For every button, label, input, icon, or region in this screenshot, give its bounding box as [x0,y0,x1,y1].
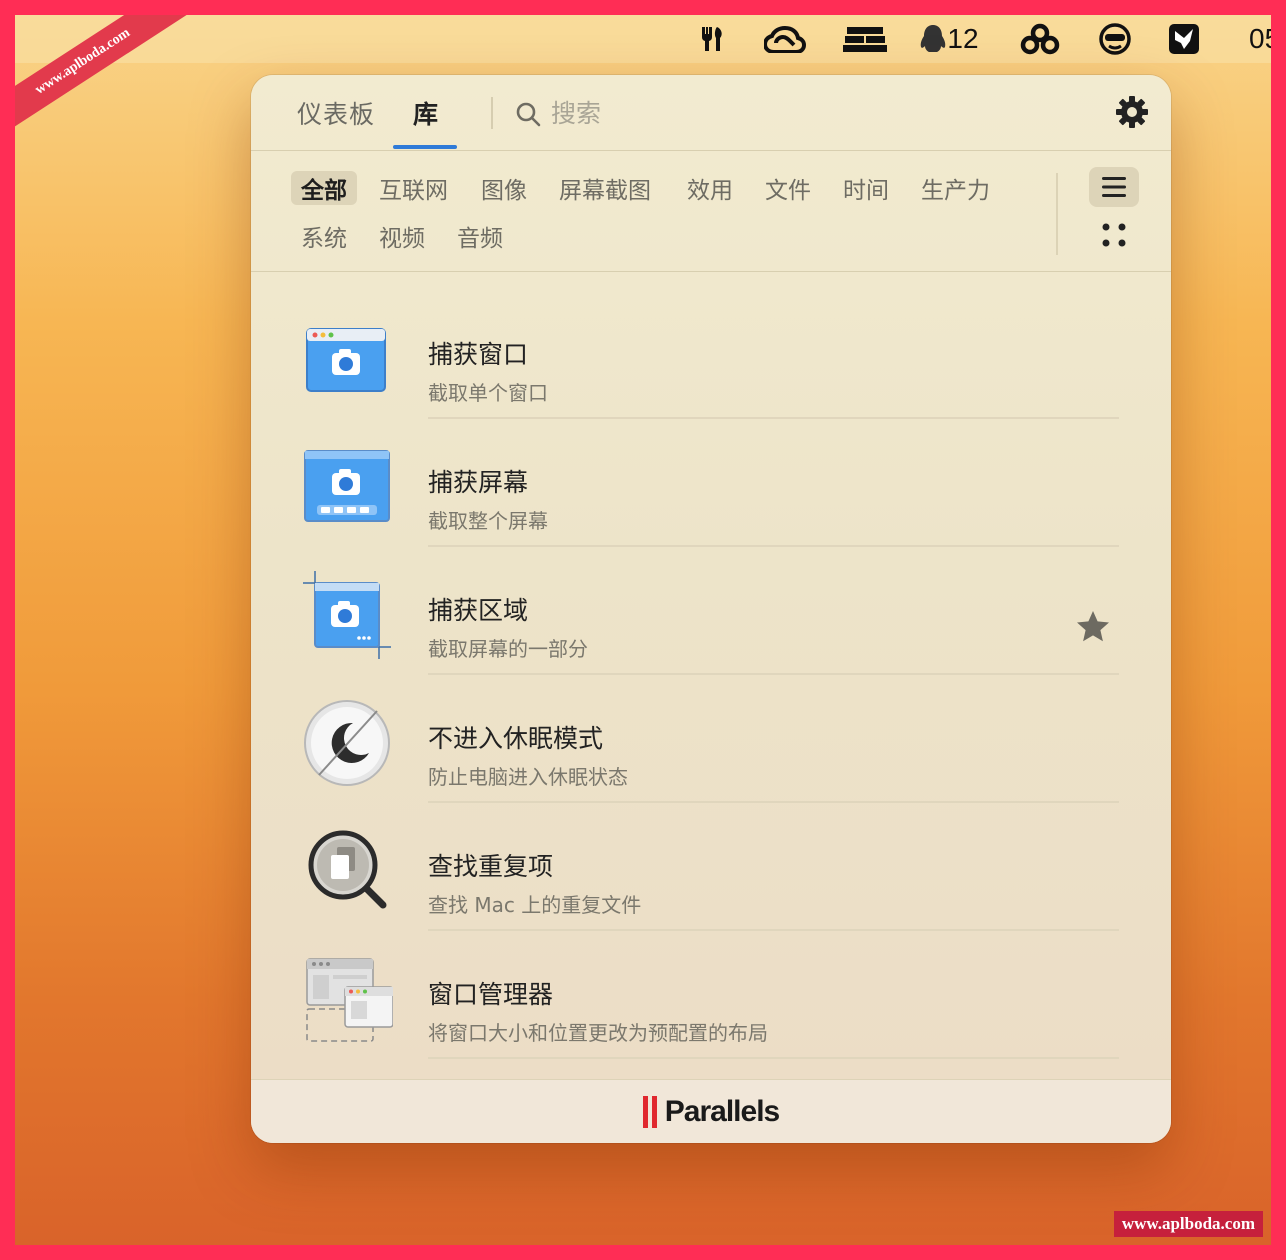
parallels-logo[interactable]: Parallels [642,1094,780,1129]
desktop: 12 05 www.aplboda.com 仪表板 库 [15,15,1271,1245]
list-item-capture-area[interactable]: 捕获区域 截取屏幕的一部分 [251,547,1171,675]
list-item-find-duplicates[interactable]: 查找重复项 查找 Mac 上的重复文件 [251,803,1171,931]
list-item-capture-screen[interactable]: 捕获屏幕 截取整个屏幕 [251,419,1171,547]
category-screenshots[interactable]: 屏幕截图 [549,171,661,205]
category-productivity[interactable]: 生产力 [911,171,1000,205]
tool-description: 查找 Mac 上的重复文件 [428,893,642,917]
setapp-popover: 仪表板 库 全部 [251,75,1171,1143]
clock-text: 05 [1249,23,1271,54]
category-divider [1056,173,1058,255]
qq-badge-count: 12 [947,23,979,54]
category-internet[interactable]: 互联网 [369,171,458,205]
capture-screen-icon [301,441,393,533]
category-audio[interactable]: 音频 [447,219,513,253]
category-all[interactable]: 全部 [291,171,357,205]
category-files[interactable]: 文件 [755,171,821,205]
list-item-capture-window[interactable]: 捕获窗口 截取单个窗口 [251,291,1171,419]
window-manager-icon [301,953,394,1045]
tool-title: 不进入休眠模式 [428,724,604,753]
list-item-no-sleep[interactable]: 不进入休眠模式 防止电脑进入休眠状态 [251,675,1171,803]
brand-name: Parallels [664,1094,780,1128]
tool-description: 截取整个屏幕 [428,509,548,533]
top-bar: 仪表板 库 [251,75,1171,151]
cloud-sync-icon[interactable] [1018,23,1062,55]
tool-title: 捕获窗口 [428,340,529,369]
list-item-window-manager[interactable]: 窗口管理器 将窗口大小和位置更改为预配置的布局 [251,931,1171,1059]
menu-bar: 12 05 [15,15,1271,63]
tools-icon[interactable] [695,23,729,55]
list-view-icon [1102,177,1126,197]
tool-description: 截取屏幕的一部分 [428,637,588,661]
tab-dashboard[interactable]: 仪表板 [297,95,375,131]
tool-title: 捕获屏幕 [428,468,529,497]
favorite-star-icon[interactable] [1075,609,1111,645]
category-bar: 全部 互联网 图像 屏幕截图 效用 文件 时间 生产力 系统 视频 音频 [251,151,1171,272]
tool-description: 防止电脑进入休眠状态 [428,765,628,789]
tool-description: 将窗口大小和位置更改为预配置的布局 [428,1021,768,1045]
category-time[interactable]: 时间 [833,171,899,205]
footer: Parallels [251,1079,1171,1143]
tool-title: 窗口管理器 [428,980,554,1009]
header-divider [491,97,493,129]
row-divider [428,1057,1119,1059]
search-icon [516,102,541,127]
bird-app-icon[interactable] [1165,23,1203,55]
capture-window-icon [301,313,393,405]
creative-cloud-icon[interactable] [763,23,807,55]
category-utilities[interactable]: 效用 [677,171,743,205]
search-input[interactable] [551,93,1071,133]
qq-penguin-icon [921,25,946,52]
grid-view-icon [1102,223,1126,247]
capture-area-icon [301,569,393,661]
gear-icon[interactable] [1115,95,1149,129]
qq-status[interactable]: 12 [918,23,980,55]
bricks-icon[interactable] [843,23,887,55]
tool-description: 截取单个窗口 [428,381,548,405]
tool-title: 捕获区域 [428,596,529,625]
monkey-icon[interactable] [1095,23,1135,55]
tab-library[interactable]: 库 [413,95,439,131]
clock[interactable]: 05 [1249,23,1271,55]
category-system[interactable]: 系统 [291,219,357,253]
list-view-button[interactable] [1089,167,1139,207]
watermark-corner: www.aplboda.com [1113,1211,1263,1237]
active-tab-indicator [393,145,457,149]
no-sleep-icon [301,697,393,789]
grid-view-button[interactable] [1089,215,1139,255]
category-video[interactable]: 视频 [369,219,435,253]
parallels-bars-icon [642,1095,657,1128]
tool-title: 查找重复项 [428,852,554,881]
find-duplicates-icon [301,825,393,917]
category-images[interactable]: 图像 [471,171,537,205]
